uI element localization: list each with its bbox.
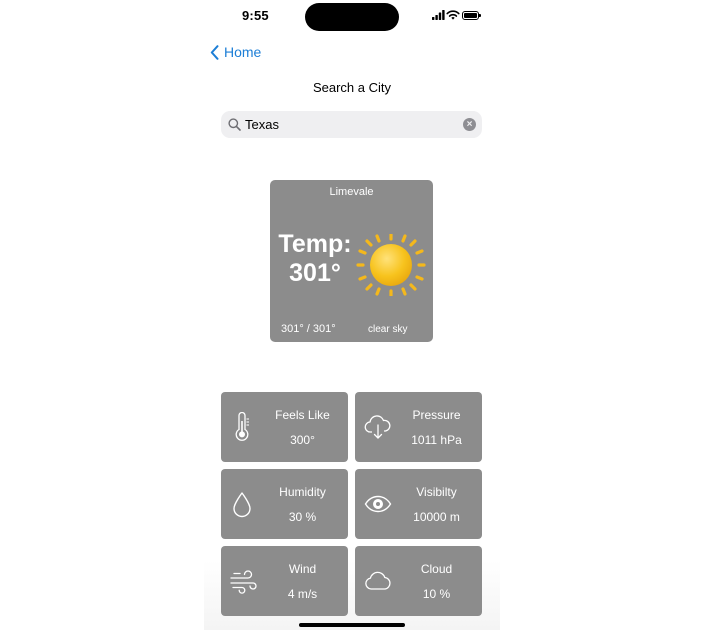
cloud-tile: Cloud 10 % <box>355 546 482 616</box>
status-icons <box>432 10 481 22</box>
visibility-label: Visibilty <box>416 485 457 499</box>
visibility-value: 10000 m <box>413 510 460 524</box>
thermometer-icon <box>235 412 249 441</box>
clear-circle-icon[interactable]: × <box>463 118 476 131</box>
temperature-value: 301° <box>289 259 341 287</box>
humidity-tile: Humidity 30 % <box>221 469 348 539</box>
wind-label: Wind <box>288 562 317 576</box>
cellular-signal-icon <box>432 10 445 20</box>
cloud-value: 10 % <box>422 587 451 601</box>
back-button[interactable]: Home <box>210 43 261 61</box>
eye-icon <box>364 495 392 513</box>
pressure-value: 1011 hPa <box>411 433 462 447</box>
magnifying-glass-icon <box>228 118 241 131</box>
humidity-value: 30 % <box>288 510 317 524</box>
pressure-label: Pressure <box>412 408 461 422</box>
feels-like-value: 300° <box>290 433 315 447</box>
feels-like-tile: Feels Like 300° <box>221 392 348 462</box>
humidity-label: Humidity <box>279 485 326 499</box>
wind-value: 4 m/s <box>287 587 318 601</box>
dynamic-island <box>305 3 399 31</box>
search-input[interactable] <box>245 115 455 134</box>
status-time: 9:55 <box>242 8 269 23</box>
chevron-left-icon <box>210 44 219 60</box>
wifi-icon <box>446 10 460 20</box>
cloud-icon <box>365 571 391 590</box>
wind-icon <box>230 570 257 594</box>
page-title: Search a City <box>312 80 392 95</box>
sun-icon <box>356 234 426 296</box>
home-indicator[interactable] <box>299 623 405 627</box>
cloud-download-icon <box>364 415 391 439</box>
temperature-label: Temp: <box>278 230 352 258</box>
weather-description: clear sky <box>368 324 408 335</box>
pressure-tile: Pressure 1011 hPa <box>355 392 482 462</box>
current-weather-card: Limevale Temp: 301° 301° / 301° clear sk… <box>270 180 433 342</box>
feels-like-label: Feels Like <box>275 408 330 422</box>
battery-icon <box>462 11 481 20</box>
back-label: Home <box>224 44 262 60</box>
search-bar[interactable]: × <box>221 111 482 138</box>
water-drop-icon <box>233 492 251 518</box>
cloud-label: Cloud <box>420 562 453 576</box>
temperature-display: Temp: 301° <box>275 230 355 288</box>
city-name: Limevale <box>329 186 374 198</box>
temperature-range: 301° / 301° <box>281 323 336 335</box>
phone-screen: 9:55 Home Search a City × Lime <box>204 0 500 630</box>
wind-tile: Wind 4 m/s <box>221 546 348 616</box>
visibility-tile: Visibilty 10000 m <box>355 469 482 539</box>
